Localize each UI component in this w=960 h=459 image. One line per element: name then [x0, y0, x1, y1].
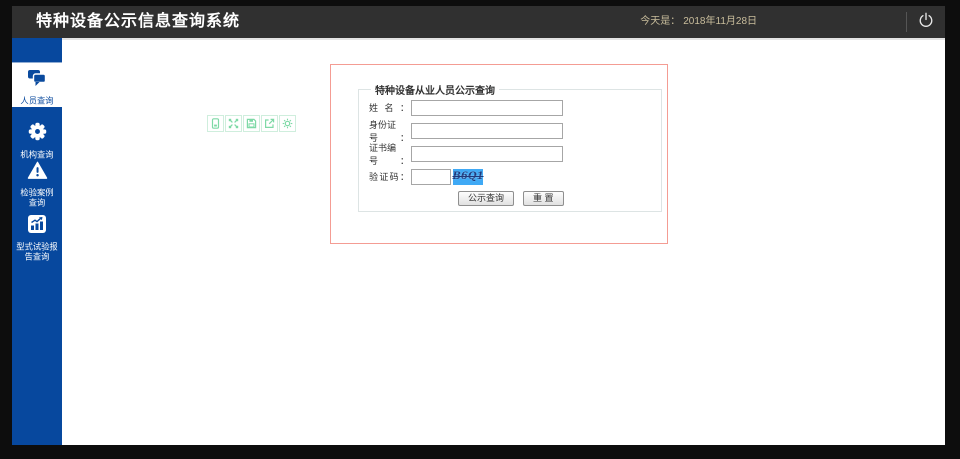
- sidebar-item-org-query[interactable]: 机构查询: [12, 116, 62, 159]
- certificate-number-label: 证书编号：: [369, 142, 409, 166]
- name-field-row: 姓名：: [369, 99, 661, 116]
- fieldset-legend: 特种设备从业人员公示查询: [375, 86, 495, 97]
- toolbar-settings-icon[interactable]: [279, 115, 296, 132]
- toolbar-save-icon[interactable]: [243, 115, 260, 132]
- sidebar-nav: 人员查询 机构查询 检验案例 查询 型式试验报 告查询: [12, 38, 62, 445]
- name-label: 姓名：: [369, 103, 409, 113]
- mini-toolbar: [207, 115, 297, 132]
- id-number-field-row: 身份证号：: [369, 120, 661, 143]
- sidebar-item-label: 检验案例 查询: [20, 188, 54, 208]
- power-icon: [917, 11, 935, 34]
- certificate-number-field-row: 证书编号：: [369, 143, 661, 166]
- page-title: 特种设备公示信息查询系统: [36, 13, 241, 30]
- bar-chart-icon: [27, 214, 47, 234]
- sidebar-top-spacer: [12, 38, 62, 63]
- logout-power-button[interactable]: [914, 10, 938, 34]
- current-date: 今天是： 2018年11月28日: [637, 6, 757, 38]
- captcha-code-text: B6Q1: [452, 171, 484, 182]
- certificate-number-input[interactable]: [411, 145, 563, 162]
- captcha-label: 验证码：: [369, 172, 409, 182]
- captcha-field-row: 验证码： B6Q1: [369, 168, 661, 185]
- captcha-image[interactable]: B6Q1: [452, 168, 484, 185]
- date-label: 今天是：: [640, 16, 681, 27]
- app-header: 特种设备公示信息查询系统 今天是： 2018年11月28日: [12, 6, 945, 38]
- id-number-input[interactable]: [411, 122, 563, 139]
- form-buttons-row: 公示查询 重 置: [458, 191, 661, 206]
- reset-button[interactable]: 重 置: [523, 191, 564, 206]
- chat-bubbles-icon: [26, 68, 48, 88]
- name-input[interactable]: [411, 99, 563, 116]
- sidebar-item-label: 型式试验报 告查询: [16, 242, 58, 262]
- main-content: 特种设备从业人员公示查询 姓名： 身份证号： 证书编号： 验证码： B6Q1 公…: [62, 38, 945, 445]
- captcha-input[interactable]: [411, 168, 451, 185]
- query-panel: 特种设备从业人员公示查询 姓名： 身份证号： 证书编号： 验证码： B6Q1 公…: [330, 64, 668, 244]
- sidebar-item-inspection-case-query[interactable]: 检验案例 查询: [12, 156, 62, 208]
- gear-icon: [27, 121, 48, 141]
- toolbar-mobile-icon[interactable]: [207, 115, 224, 132]
- toolbar-export-icon[interactable]: [261, 115, 278, 132]
- sidebar-item-person-query[interactable]: 人员查询: [12, 63, 62, 107]
- toolbar-fullscreen-icon[interactable]: [225, 115, 242, 132]
- sidebar-item-type-test-report-query[interactable]: 型式试验报 告查询: [12, 209, 62, 265]
- warning-triangle-icon: [27, 161, 48, 181]
- public-query-button[interactable]: 公示查询: [458, 191, 515, 206]
- person-query-fieldset: 特种设备从业人员公示查询 姓名： 身份证号： 证书编号： 验证码： B6Q1 公…: [358, 82, 662, 212]
- date-value: 2018年11月28日: [683, 16, 757, 27]
- header-divider: [906, 12, 907, 32]
- sidebar-item-label: 人员查询: [20, 96, 54, 106]
